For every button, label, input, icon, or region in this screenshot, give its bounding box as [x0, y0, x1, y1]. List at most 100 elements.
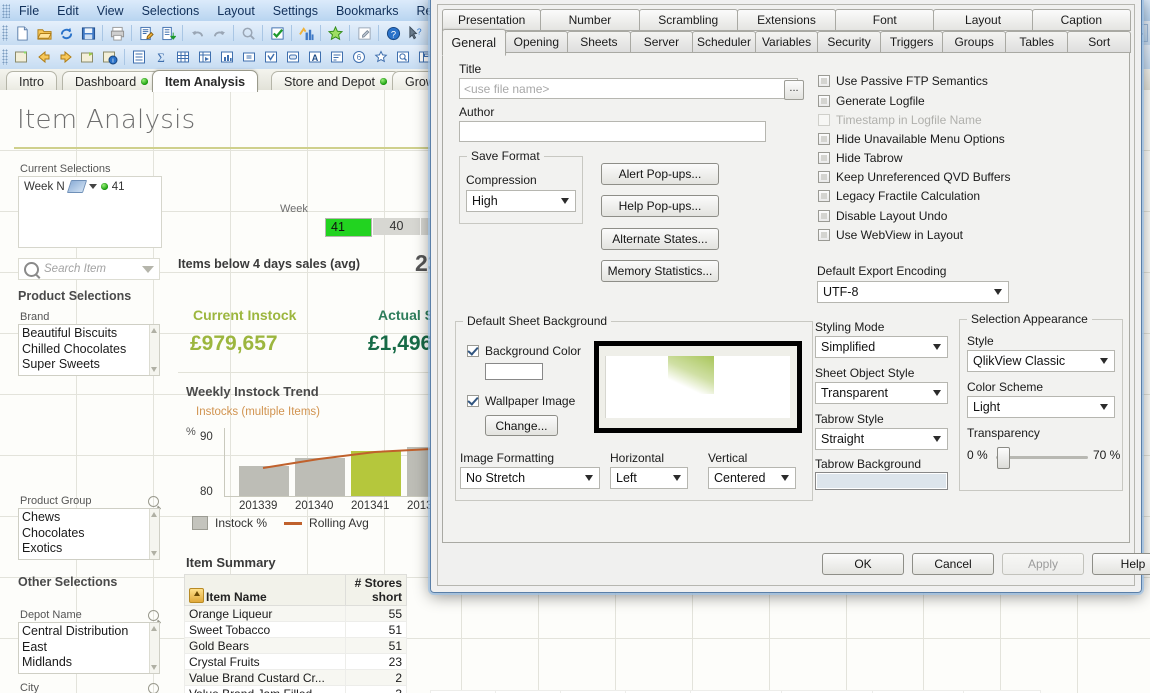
- list-item[interactable]: Super Sweets: [22, 357, 159, 373]
- chart-bar-201339[interactable]: [239, 466, 289, 496]
- reload-icon[interactable]: [56, 23, 76, 43]
- styling-mode-select[interactable]: Simplified: [815, 336, 948, 358]
- chart-bar-201341[interactable]: [351, 451, 401, 496]
- checkbox-hide-unavailable-menu-options[interactable]: Hide Unavailable Menu Options: [818, 132, 1005, 146]
- save-icon[interactable]: [78, 23, 98, 43]
- scrollbar[interactable]: [149, 509, 159, 559]
- checkbox-background-color[interactable]: Background Color: [467, 344, 581, 358]
- list-item[interactable]: Chilled Chocolates: [22, 342, 159, 358]
- toolbar-grip-handle[interactable]: [2, 25, 8, 41]
- checkbox-generate-logfile[interactable]: Generate Logfile: [818, 94, 925, 108]
- toolbar-grip-handle[interactable]: [2, 49, 8, 65]
- sheet-tab-intro[interactable]: Intro: [6, 71, 58, 91]
- tab-scheduler[interactable]: Scheduler: [692, 31, 756, 53]
- column-header-stores-short[interactable]: # Stores short: [345, 574, 407, 606]
- menu-grip-handle[interactable]: [2, 3, 10, 18]
- wallpaper-change-button[interactable]: Change...: [485, 415, 558, 436]
- tab-groups[interactable]: Groups: [942, 31, 1006, 53]
- list-item[interactable]: Exotics: [22, 541, 159, 557]
- tab-triggers[interactable]: Triggers: [879, 31, 944, 53]
- vertical-select[interactable]: Centered: [708, 467, 796, 489]
- cancel-button[interactable]: Cancel: [912, 553, 994, 575]
- checkbox-icon[interactable]: [818, 75, 830, 87]
- help-popups-button[interactable]: Help Pop-ups...: [601, 195, 719, 217]
- sheet-tab-item-analysis[interactable]: Item Analysis: [152, 70, 259, 92]
- sheet-tab-store-and-depot[interactable]: Store and Depot: [271, 71, 401, 91]
- current-selections-box-icon[interactable]: [327, 47, 347, 67]
- compression-select[interactable]: High: [466, 190, 576, 212]
- open-folder-icon[interactable]: [34, 23, 54, 43]
- list-item[interactable]: East: [22, 640, 159, 656]
- checkbox-icon[interactable]: [818, 229, 830, 241]
- tab-layout[interactable]: Layout: [933, 9, 1033, 31]
- background-color-swatch[interactable]: [485, 363, 543, 380]
- list-item[interactable]: Central Distribution: [22, 624, 159, 640]
- help-button[interactable]: Help: [1092, 553, 1150, 575]
- table-row[interactable]: Gold Bears 51: [184, 637, 407, 654]
- selection-style-select[interactable]: QlikView Classic: [967, 350, 1115, 372]
- color-scheme-select[interactable]: Light: [967, 396, 1115, 418]
- title-input[interactable]: <use file name>: [459, 78, 798, 99]
- pivot-table-icon[interactable]: [195, 47, 215, 67]
- print-icon[interactable]: [107, 23, 127, 43]
- menu-item-view[interactable]: View: [88, 2, 133, 20]
- checkbox-icon[interactable]: [818, 190, 830, 202]
- list-item[interactable]: Chews: [22, 510, 159, 526]
- slider-icon[interactable]: 6: [349, 47, 369, 67]
- checkbox-icon[interactable]: [467, 345, 479, 357]
- current-selections-icon[interactable]: [267, 23, 287, 43]
- tab-extensions[interactable]: Extensions: [736, 9, 837, 31]
- checkbox-wallpaper-image[interactable]: Wallpaper Image: [467, 394, 575, 408]
- listbox-depot-name[interactable]: Central Distribution East Midlands: [18, 622, 160, 674]
- week-option-41[interactable]: 41: [325, 218, 372, 237]
- menu-item-layout[interactable]: Layout: [208, 2, 264, 20]
- undo-icon[interactable]: [187, 23, 207, 43]
- tab-sheets[interactable]: Sheets: [567, 31, 631, 53]
- transparency-slider-knob[interactable]: [997, 447, 1010, 469]
- alternate-states-button[interactable]: Alternate States...: [601, 228, 719, 250]
- author-input[interactable]: [459, 121, 766, 142]
- list-box-icon[interactable]: [129, 47, 149, 67]
- checkbox-hide-tabrow[interactable]: Hide Tabrow: [818, 151, 902, 165]
- menu-item-edit[interactable]: Edit: [48, 2, 88, 20]
- tab-variables[interactable]: Variables: [754, 31, 819, 53]
- text-object-icon[interactable]: A: [305, 47, 325, 67]
- sheet-object-style-select[interactable]: Transparent: [815, 382, 948, 404]
- title-browse-button[interactable]: ...: [784, 80, 804, 100]
- listbox-search-icon[interactable]: [148, 610, 159, 621]
- menu-item-file[interactable]: File: [10, 2, 48, 20]
- tab-sort[interactable]: Sort: [1067, 31, 1132, 53]
- tab-scrambling[interactable]: Scrambling: [638, 9, 738, 31]
- back-sheet-icon[interactable]: [34, 47, 54, 67]
- alert-popups-button[interactable]: Alert Pop-ups...: [601, 163, 719, 185]
- checkbox-use-webview-in-layout[interactable]: Use WebView in Layout: [818, 228, 963, 242]
- sheet-tab-dashboard[interactable]: Dashboard: [62, 71, 162, 91]
- checkbox-icon[interactable]: [818, 95, 830, 107]
- horizontal-select[interactable]: Left: [610, 467, 688, 489]
- table-box-icon[interactable]: [173, 47, 193, 67]
- tab-presentation[interactable]: Presentation: [442, 9, 542, 31]
- table-row[interactable]: Value Brand Jam Filled ...3: [184, 685, 407, 693]
- tab-caption[interactable]: Caption: [1031, 9, 1131, 31]
- new-document-icon[interactable]: [12, 23, 32, 43]
- chevron-down-icon[interactable]: [88, 184, 97, 189]
- export-encoding-select[interactable]: UTF-8: [817, 281, 1009, 303]
- search-input[interactable]: Search Item: [44, 263, 137, 275]
- checkbox-keep-unreferenced-qvd-buffers[interactable]: Keep Unreferenced QVD Buffers: [818, 170, 1011, 184]
- checkbox-legacy-fractile-calculation[interactable]: Legacy Fractile Calculation: [818, 189, 980, 203]
- redo-icon[interactable]: [209, 23, 229, 43]
- table-row[interactable]: Sweet Tobacco 51: [184, 621, 407, 638]
- clear-selection-icon[interactable]: [66, 180, 87, 193]
- current-selections-box[interactable]: Week N 41: [18, 176, 162, 248]
- sheet-properties-icon[interactable]: [78, 47, 98, 67]
- expression-box-icon[interactable]: [239, 47, 259, 67]
- scroll-up-icon[interactable]: [151, 626, 157, 631]
- checkbox-icon[interactable]: [467, 395, 479, 407]
- statistics-box-icon[interactable]: Σ: [151, 47, 171, 67]
- tab-opening[interactable]: Opening: [504, 31, 569, 53]
- tab-general[interactable]: General: [442, 29, 506, 56]
- search-icon[interactable]: [238, 23, 258, 43]
- week-option-40[interactable]: 40: [373, 218, 420, 235]
- scroll-down-icon[interactable]: [151, 367, 157, 372]
- current-selection-row[interactable]: Week N 41: [19, 177, 161, 196]
